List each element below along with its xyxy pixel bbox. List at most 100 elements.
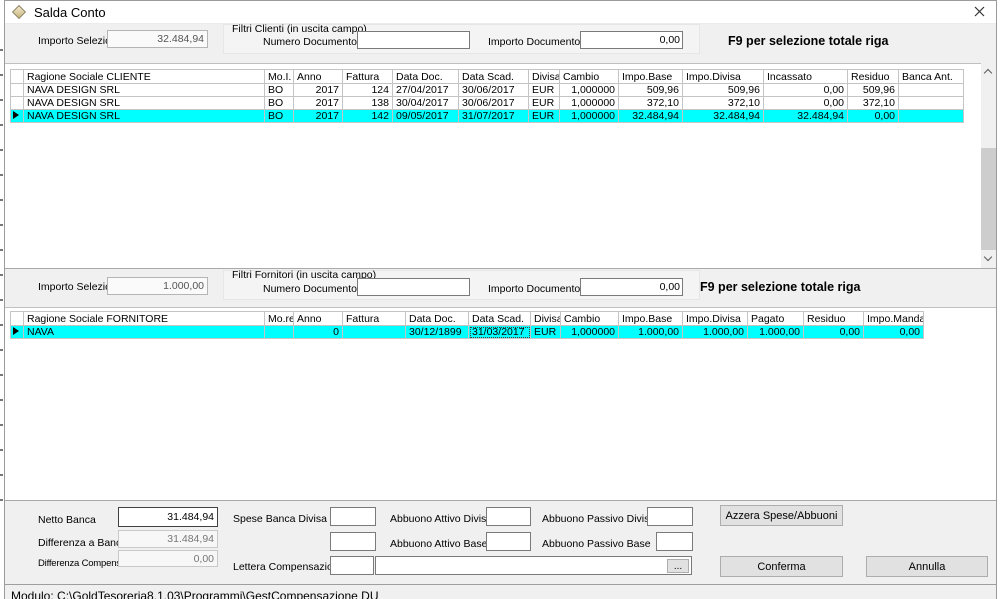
cell[interactable]: [899, 110, 964, 123]
cell[interactable]: NAVA: [24, 326, 265, 339]
status-text: Modulo: C:\GoldTesoreria8.1.03\Programmi…: [11, 589, 996, 599]
fornitori-grid: Ragione Sociale FORNITORE Mo.re Anno Fat…: [10, 311, 924, 339]
cell[interactable]: 0: [294, 326, 343, 339]
cell[interactable]: 1,000000: [560, 97, 619, 110]
table-row[interactable]: NAVA DESIGN SRL BO 2017 124 27/04/2017 3…: [11, 84, 964, 97]
header-cell: Anno: [294, 70, 343, 84]
header-cell: [11, 312, 24, 326]
cell[interactable]: [899, 84, 964, 97]
cell[interactable]: 30/12/1899: [406, 326, 469, 339]
cell[interactable]: NAVA DESIGN SRL: [24, 97, 265, 110]
row-selector-cell[interactable]: [11, 97, 24, 110]
cell[interactable]: 509,96: [619, 84, 683, 97]
cell[interactable]: 27/04/2017: [393, 84, 459, 97]
cell[interactable]: NAVA DESIGN SRL: [24, 84, 265, 97]
table-row-selected[interactable]: NAVA 0 30/12/1899 31/03/2017 EUR 1,00000…: [11, 326, 924, 339]
cell[interactable]: EUR: [531, 326, 561, 339]
cell[interactable]: EUR: [529, 84, 560, 97]
scroll-up-button[interactable]: [981, 64, 996, 81]
row-selector-cell[interactable]: [11, 110, 24, 123]
row-selector-cell[interactable]: [11, 84, 24, 97]
spese-banca-base-input[interactable]: [330, 532, 376, 551]
cell[interactable]: 1,000000: [561, 326, 619, 339]
selected-row-marker-icon: [13, 111, 19, 119]
cell[interactable]: 2017: [294, 84, 343, 97]
cell-incassato-zero[interactable]: 0,00: [764, 97, 848, 110]
lettera-compensazione-code-input[interactable]: [330, 556, 374, 575]
table-row[interactable]: NAVA DESIGN SRL BO 2017 138 30/04/2017 3…: [11, 97, 964, 110]
cell[interactable]: 31/07/2017: [459, 110, 529, 123]
lettera-lookup-button[interactable]: ...: [667, 559, 689, 573]
abbuono-passivo-base-input[interactable]: [656, 532, 693, 551]
cell[interactable]: BO: [265, 110, 294, 123]
cell[interactable]: 0,00: [848, 110, 899, 123]
cell[interactable]: 372,10: [683, 97, 764, 110]
cell[interactable]: 09/05/2017: [393, 110, 459, 123]
numero-documento-fornitori-input[interactable]: [357, 278, 470, 296]
abbuono-passivo-divisa-input[interactable]: [647, 507, 693, 526]
cell[interactable]: NAVA DESIGN SRL: [24, 110, 265, 123]
cell[interactable]: EUR: [529, 97, 560, 110]
header-cell: Pagato: [748, 312, 804, 326]
importo-selezionato-clienti-field: 32.484,94: [107, 30, 208, 48]
cell[interactable]: 32.484,94: [619, 110, 683, 123]
clienti-header-row: Ragione Sociale CLIENTE Mo.I. Anno Fattu…: [11, 70, 964, 84]
header-cell: Data Doc.: [406, 312, 469, 326]
cell[interactable]: 1,000000: [560, 110, 619, 123]
cell[interactable]: 509,96: [683, 84, 764, 97]
header-cell: Data Scad.: [459, 70, 529, 84]
cell[interactable]: 32.484,94: [683, 110, 764, 123]
cell[interactable]: EUR: [529, 110, 560, 123]
cell[interactable]: 1.000,00: [683, 326, 748, 339]
cell[interactable]: 2017: [294, 110, 343, 123]
cell[interactable]: 2017: [294, 97, 343, 110]
conferma-button[interactable]: Conferma: [720, 556, 843, 577]
cell[interactable]: 0,00: [804, 326, 864, 339]
numero-documento-fornitori-label: Numero Documento: [263, 283, 357, 295]
abbuono-passivo-base-label: Abbuono Passivo Base: [542, 538, 651, 550]
header-cell: Impo.Mandato: [864, 312, 924, 326]
cell[interactable]: BO: [265, 84, 294, 97]
cell[interactable]: 124: [343, 84, 393, 97]
cell-incassato-zero[interactable]: 0,00: [764, 84, 848, 97]
cell[interactable]: [343, 326, 406, 339]
azzera-spese-abbuoni-button[interactable]: Azzera Spese/Abbuoni: [720, 505, 843, 526]
importo-documento-clienti-input[interactable]: [580, 31, 683, 49]
vertical-scrollbar[interactable]: [981, 64, 996, 268]
cell[interactable]: 32.484,94: [764, 110, 848, 123]
lettera-compensazione-text-input[interactable]: [375, 556, 692, 575]
cell[interactable]: 1,000000: [560, 84, 619, 97]
cell[interactable]: 1.000,00: [748, 326, 804, 339]
numero-documento-clienti-input[interactable]: [357, 31, 470, 49]
cell[interactable]: 372,10: [848, 97, 899, 110]
header-cell: Impo.Divisa: [683, 70, 764, 84]
cell[interactable]: 372,10: [619, 97, 683, 110]
row-selector-cell[interactable]: [11, 326, 24, 339]
cell[interactable]: 30/06/2017: [459, 97, 529, 110]
header-cell: Impo.Divisa: [683, 312, 748, 326]
cell[interactable]: 138: [343, 97, 393, 110]
annulla-button[interactable]: Annulla: [866, 556, 988, 577]
abbuono-attivo-divisa-label: Abbuono Attivo Divisa: [390, 513, 492, 525]
spese-banca-divisa-input[interactable]: [330, 507, 376, 526]
cell[interactable]: 0,00: [864, 326, 924, 339]
scrollbar-thumb[interactable]: [981, 148, 996, 250]
table-row-selected[interactable]: NAVA DESIGN SRL BO 2017 142 09/05/2017 3…: [11, 110, 964, 123]
importo-documento-fornitori-input[interactable]: [580, 278, 683, 296]
cell-focused[interactable]: 31/03/2017: [469, 326, 531, 339]
cell[interactable]: 1.000,00: [619, 326, 683, 339]
cell[interactable]: 30/06/2017: [459, 84, 529, 97]
cell[interactable]: 142: [343, 110, 393, 123]
cell[interactable]: [899, 97, 964, 110]
netto-banca-field[interactable]: 31.484,94: [118, 507, 218, 527]
cell[interactable]: BO: [265, 97, 294, 110]
header-cell: Fattura: [343, 312, 406, 326]
cell[interactable]: 509,96: [848, 84, 899, 97]
abbuono-attivo-divisa-input[interactable]: [486, 507, 531, 526]
close-button[interactable]: [966, 3, 992, 21]
cell[interactable]: 30/04/2017: [393, 97, 459, 110]
cell[interactable]: [265, 326, 294, 339]
clienti-grid: Ragione Sociale CLIENTE Mo.I. Anno Fattu…: [10, 69, 964, 123]
abbuono-attivo-base-input[interactable]: [486, 532, 531, 551]
scroll-down-button[interactable]: [981, 251, 996, 268]
